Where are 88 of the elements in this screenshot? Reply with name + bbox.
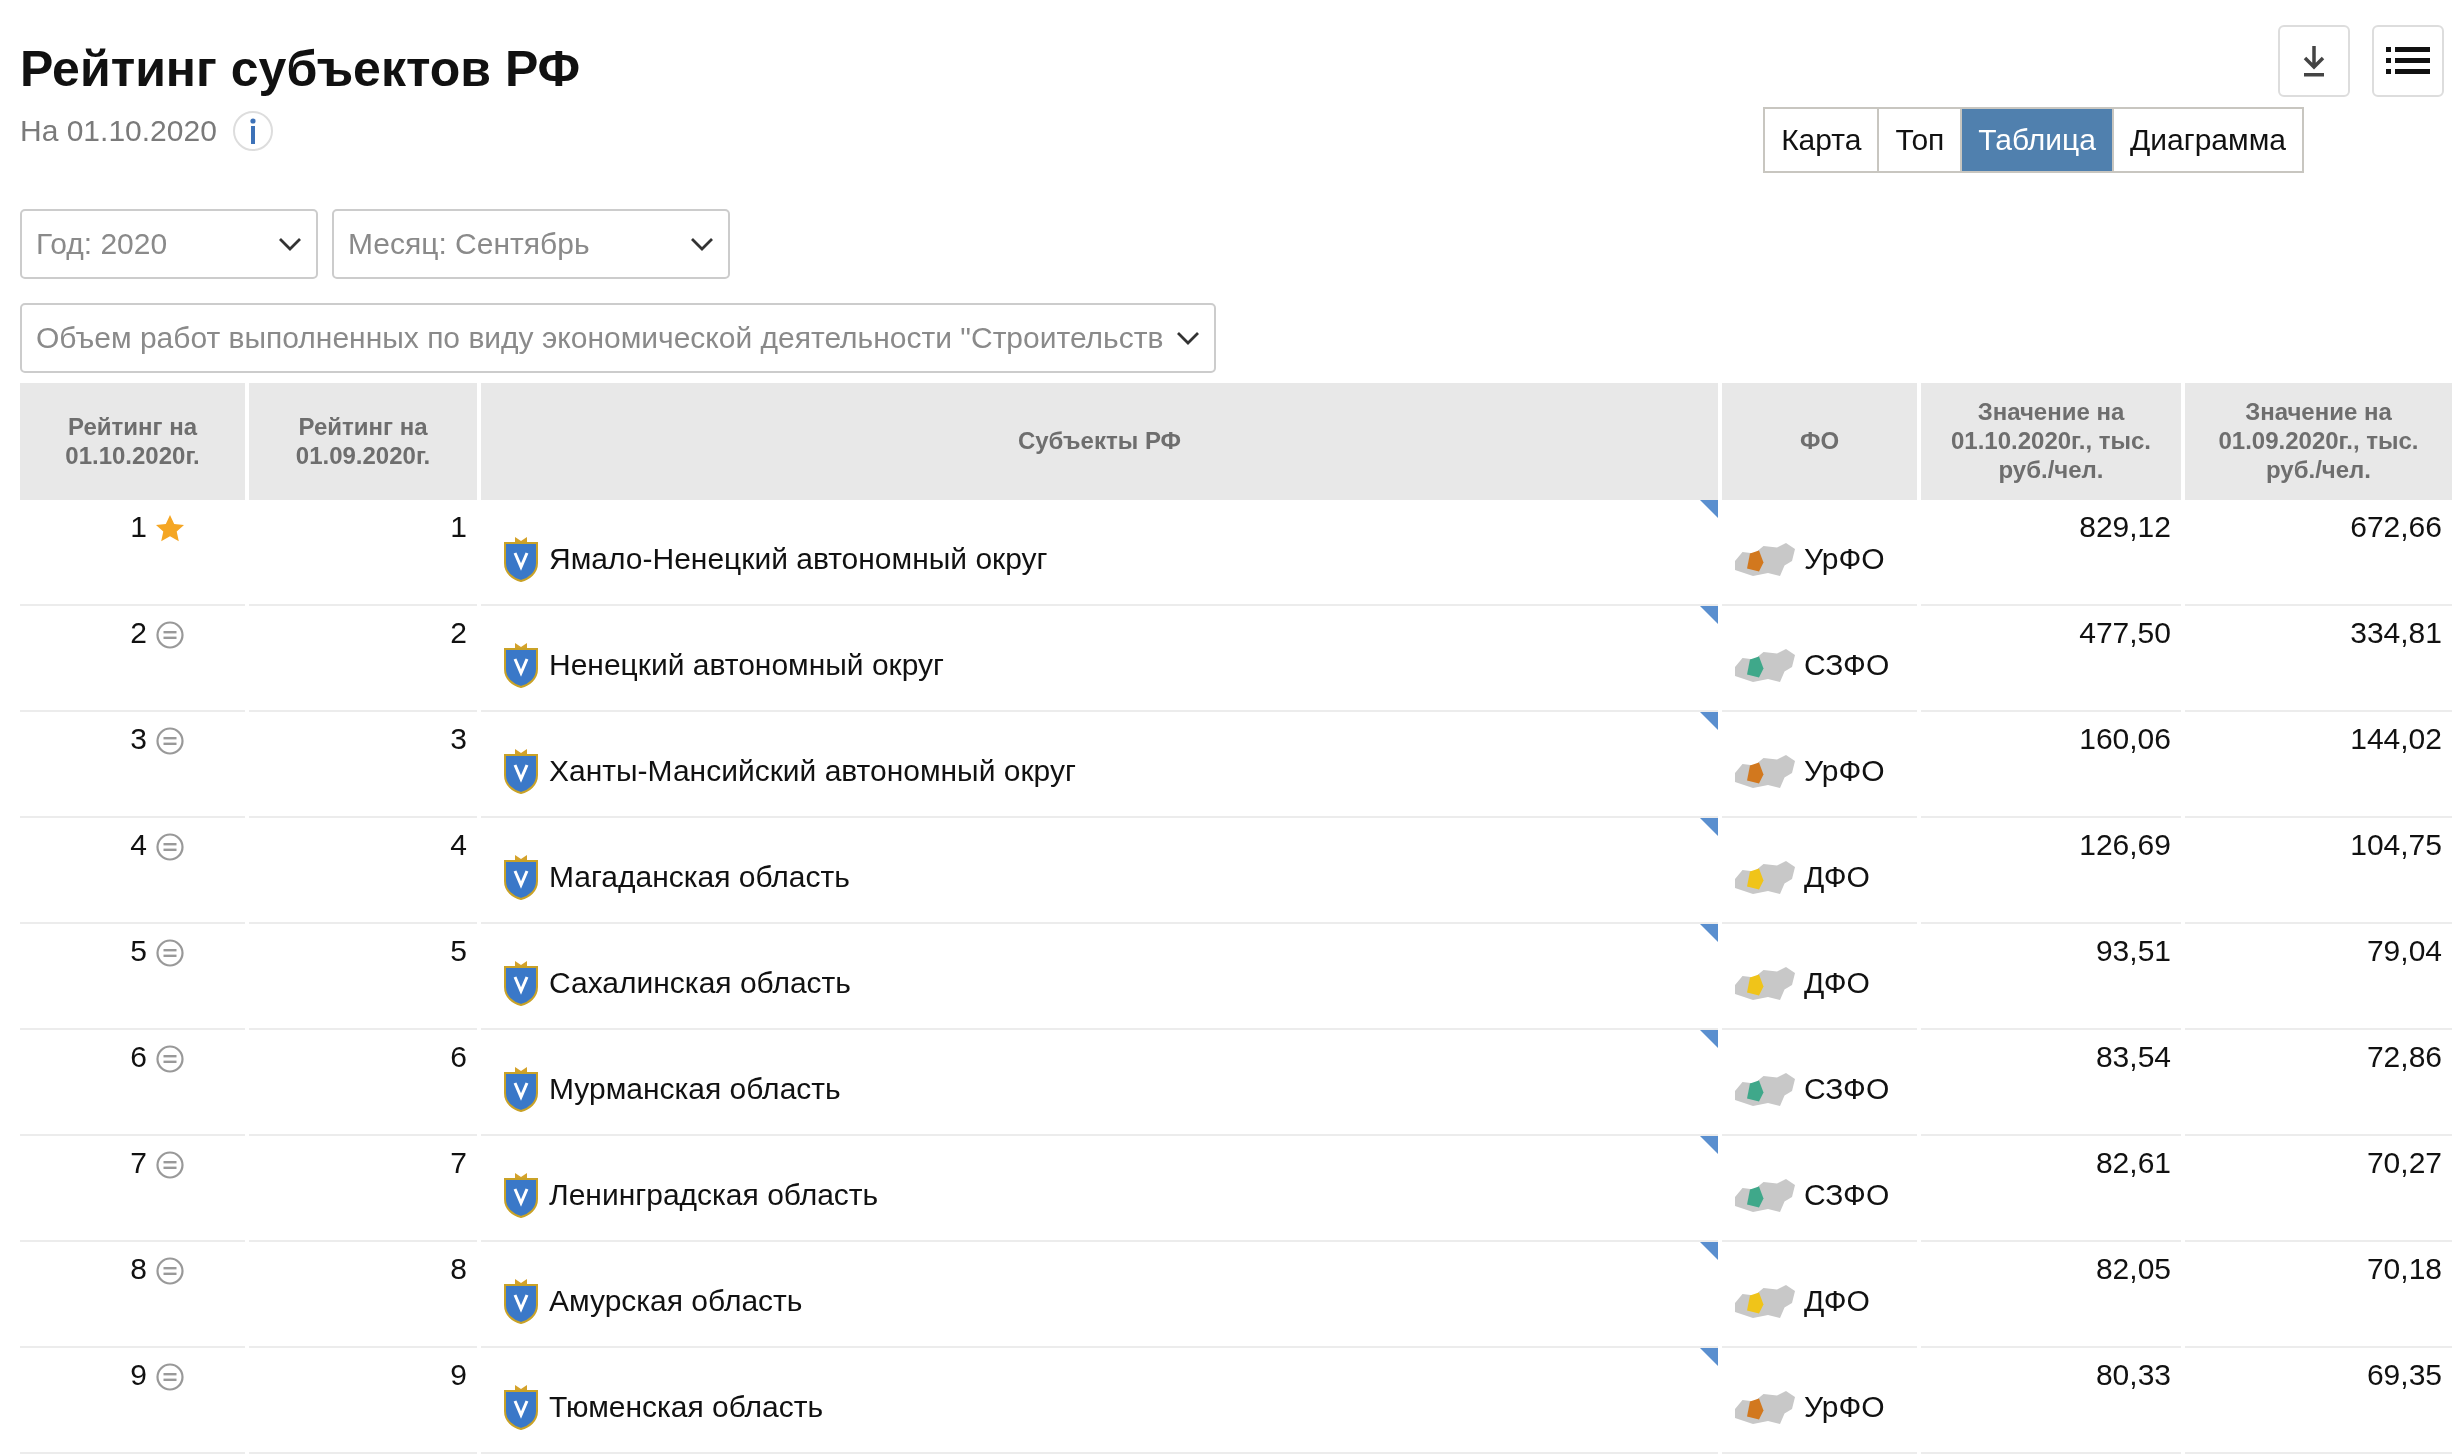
table-cell: 69,35 <box>2185 1348 2452 1454</box>
coat-of-arms-icon <box>501 535 541 583</box>
district-label: ДФО <box>1804 966 1870 1000</box>
table-cell: 83,54 <box>1921 1030 2181 1136</box>
district-label: СЗФО <box>1804 1072 1890 1106</box>
table-cell: 3 <box>249 712 477 818</box>
info-icon[interactable] <box>232 111 273 151</box>
table-cell: 477,50 <box>1921 606 2181 712</box>
rank-text: 9 <box>130 1358 147 1392</box>
district-label: ДФО <box>1804 860 1870 894</box>
corner-marker <box>1700 1242 1718 1260</box>
coat-of-arms-icon <box>501 1171 541 1219</box>
coat-of-arms-icon <box>501 1065 541 1113</box>
view-tab[interactable]: Таблица <box>1960 109 2112 171</box>
rank-text: 2 <box>130 616 147 650</box>
subject-link[interactable]: Ненецкий автономный округ <box>549 648 944 682</box>
rank-text: 7 <box>130 1146 147 1180</box>
download-button[interactable] <box>2278 25 2350 97</box>
column-header: Значение на 01.09.2020г., тыс. руб./чел. <box>2185 383 2452 500</box>
table-cell: 160,06 <box>1921 712 2181 818</box>
column-header: Рейтинг на 01.09.2020г. <box>249 383 477 500</box>
table-cell: 9 <box>249 1348 477 1454</box>
table-cell: 829,12 <box>1921 500 2181 606</box>
list-button[interactable] <box>2372 25 2444 97</box>
table-cell: 1 <box>249 500 477 606</box>
table-cell: 93,51 <box>1921 924 2181 1030</box>
column-header: Рейтинг на 01.10.2020г. <box>20 383 245 500</box>
subject-link[interactable]: Тюменская область <box>549 1390 824 1424</box>
district-label: УрФО <box>1804 542 1885 576</box>
coat-of-arms-icon <box>501 1383 541 1431</box>
subject-link[interactable]: Ханты-Мансийский автономный округ <box>549 754 1076 788</box>
chevron-down-icon <box>690 237 714 251</box>
corner-marker <box>1700 1136 1718 1154</box>
rank-text: 1 <box>130 510 147 544</box>
corner-marker <box>1700 1348 1718 1366</box>
list-icon <box>2386 47 2430 75</box>
district-label: СЗФО <box>1804 648 1890 682</box>
table-cell: 672,66 <box>2185 500 2452 606</box>
column-header: Значение на 01.10.2020г., тыс. руб./чел. <box>1921 383 2181 500</box>
date-label: На 01.10.2020 <box>20 114 217 148</box>
corner-marker <box>1700 606 1718 624</box>
coat-of-arms-icon <box>501 1277 541 1325</box>
table-cell: 4 <box>249 818 477 924</box>
page-title: Рейтинг субъектов РФ <box>20 40 581 97</box>
chevron-down-icon <box>1176 331 1200 345</box>
table-cell: 8 <box>249 1242 477 1348</box>
table-cell: 144,02 <box>2185 712 2452 818</box>
rank-text: 3 <box>130 722 147 756</box>
table-cell: 6 <box>249 1030 477 1136</box>
district-label: УрФО <box>1804 1390 1885 1424</box>
district-label: УрФО <box>1804 754 1885 788</box>
coat-of-arms-icon <box>501 959 541 1007</box>
table-cell: 82,61 <box>1921 1136 2181 1242</box>
table-cell: 70,18 <box>2185 1242 2452 1348</box>
rank-text: 8 <box>130 1252 147 1286</box>
table-cell: 7 <box>249 1136 477 1242</box>
corner-marker <box>1700 1030 1718 1048</box>
subject-link[interactable]: Ямало-Ненецкий автономный округ <box>549 542 1048 576</box>
table-cell: 80,33 <box>1921 1348 2181 1454</box>
corner-marker <box>1700 818 1718 836</box>
rank-text: 4 <box>130 828 147 862</box>
chevron-down-icon <box>278 237 302 251</box>
subject-link[interactable]: Магаданская область <box>549 860 850 894</box>
table-cell: 104,75 <box>2185 818 2452 924</box>
table-cell: 126,69 <box>1921 818 2181 924</box>
subject-link[interactable]: Ленинградская область <box>549 1178 879 1212</box>
table-cell: 82,05 <box>1921 1242 2181 1348</box>
corner-marker <box>1700 924 1718 942</box>
rank-text: 5 <box>130 934 147 968</box>
table-cell: 5 <box>249 924 477 1030</box>
table-cell: 70,27 <box>2185 1136 2452 1242</box>
coat-of-arms-icon <box>501 641 541 689</box>
table-cell: 72,86 <box>2185 1030 2452 1136</box>
table-cell: 2 <box>249 606 477 712</box>
coat-of-arms-icon <box>501 853 541 901</box>
corner-marker <box>1700 712 1718 730</box>
corner-marker <box>1700 500 1718 518</box>
column-header: ФО <box>1722 383 1917 500</box>
column-header: Субъекты РФ <box>481 383 1718 500</box>
table-cell: 79,04 <box>2185 924 2452 1030</box>
district-label: ДФО <box>1804 1284 1870 1318</box>
table-cell: 334,81 <box>2185 606 2452 712</box>
subject-link[interactable]: Амурская область <box>549 1284 803 1318</box>
coat-of-arms-icon <box>501 747 541 795</box>
district-label: СЗФО <box>1804 1178 1890 1212</box>
subject-link[interactable]: Сахалинская область <box>549 966 851 1000</box>
subject-link[interactable]: Мурманская область <box>549 1072 841 1106</box>
rank-text: 6 <box>130 1040 147 1074</box>
